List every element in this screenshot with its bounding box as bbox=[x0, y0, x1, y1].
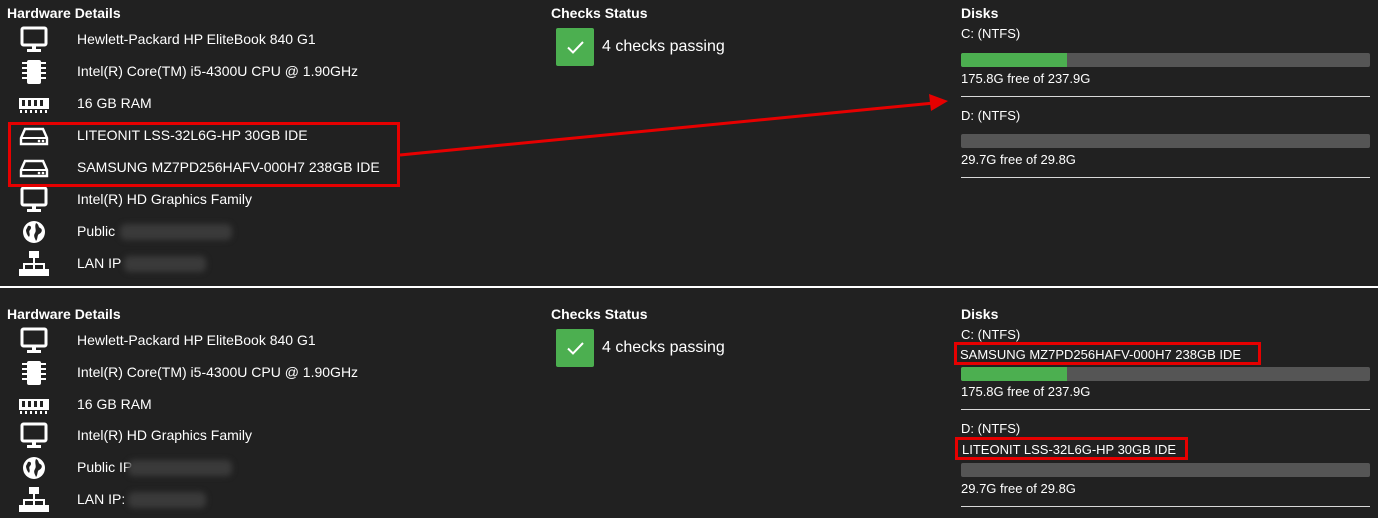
hardware-panel-after: Hardware Details Hewlett-Packard HP Elit… bbox=[0, 292, 1378, 518]
highlight-box-disks bbox=[8, 122, 400, 187]
hardware-label: 16 GB RAM bbox=[77, 95, 152, 111]
disk-divider bbox=[961, 506, 1370, 507]
disk-d-device-label: LITEONIT LSS-32L6G-HP 30GB IDE bbox=[962, 442, 1177, 457]
hardware-row-model: Hewlett-Packard HP EliteBook 840 G1 bbox=[0, 24, 420, 56]
globe-icon bbox=[18, 454, 50, 482]
disk-d-usage-bar bbox=[961, 463, 1370, 477]
disk-d-name: D: (NTFS) bbox=[961, 108, 1021, 123]
disk-d-name: D: (NTFS) bbox=[961, 421, 1021, 436]
hardware-label: Public bbox=[77, 223, 116, 239]
panel-separator bbox=[0, 286, 1378, 288]
hardware-row-cpu: Intel(R) Core(TM) i5-4300U CPU @ 1.90GHz bbox=[0, 357, 420, 389]
hardware-label: LAN IP: bbox=[77, 491, 126, 507]
disk-c-name: C: (NTFS) bbox=[961, 327, 1021, 342]
disk-c-usage-bar bbox=[961, 53, 1370, 67]
hardware-row-ram: 16 GB RAM bbox=[0, 389, 420, 421]
cpu-icon bbox=[18, 359, 50, 387]
disk-divider bbox=[961, 177, 1370, 178]
hardware-details-title: Hardware Details bbox=[7, 306, 121, 322]
hardware-row-public-ip: Public IP bbox=[0, 452, 420, 484]
check-mark-icon bbox=[556, 329, 594, 367]
monitor-icon bbox=[18, 26, 50, 54]
globe-icon bbox=[18, 218, 50, 246]
redacted-ip bbox=[128, 492, 206, 508]
checks-passing-text[interactable]: 4 checks passing bbox=[602, 339, 725, 357]
disk-c-device-label: SAMSUNG MZ7PD256HAFV-000H7 238GB IDE bbox=[960, 347, 1242, 362]
network-icon bbox=[18, 486, 50, 514]
hardware-row-lan-ip: LAN IP bbox=[0, 248, 420, 280]
hardware-label: LAN IP bbox=[77, 255, 122, 271]
ram-icon bbox=[18, 391, 50, 419]
hardware-label: Intel(R) HD Graphics Family bbox=[77, 427, 253, 443]
hardware-label: Hewlett-Packard HP EliteBook 840 G1 bbox=[77, 31, 316, 47]
hardware-panel-before: Hardware Details Hewlett-Packard HP Elit… bbox=[0, 0, 1378, 284]
checks-status-title: Checks Status bbox=[551, 306, 648, 322]
hardware-label: Public IP bbox=[77, 459, 133, 475]
disk-divider bbox=[961, 409, 1370, 410]
redacted-ip bbox=[128, 460, 232, 476]
hardware-row-cpu: Intel(R) Core(TM) i5-4300U CPU @ 1.90GHz bbox=[0, 56, 420, 88]
disks-title: Disks bbox=[961, 5, 999, 21]
disk-usage-fill bbox=[961, 367, 1068, 381]
cpu-icon bbox=[18, 58, 50, 86]
disk-c-free-text: 175.8G free of 237.9G bbox=[961, 384, 1091, 399]
hardware-row-ram: 16 GB RAM bbox=[0, 88, 420, 120]
disk-c-name: C: (NTFS) bbox=[961, 26, 1021, 41]
monitor-icon bbox=[18, 186, 50, 214]
hardware-row-graphics: Intel(R) HD Graphics Family bbox=[0, 184, 420, 216]
hardware-label: 16 GB RAM bbox=[77, 396, 152, 412]
checks-status-title: Checks Status bbox=[551, 5, 648, 21]
redacted-ip bbox=[124, 256, 206, 272]
network-icon bbox=[18, 250, 50, 278]
check-mark-icon bbox=[556, 28, 594, 66]
disk-c-usage-bar bbox=[961, 367, 1370, 381]
hardware-row-graphics: Intel(R) HD Graphics Family bbox=[0, 420, 420, 452]
hardware-label: Intel(R) Core(TM) i5-4300U CPU @ 1.90GHz bbox=[77, 63, 359, 79]
disk-d-usage-bar bbox=[961, 134, 1370, 148]
hardware-row-model: Hewlett-Packard HP EliteBook 840 G1 bbox=[0, 325, 420, 357]
ram-icon bbox=[18, 90, 50, 118]
hardware-label: Intel(R) Core(TM) i5-4300U CPU @ 1.90GHz bbox=[77, 364, 359, 380]
redacted-ip bbox=[120, 224, 232, 240]
monitor-icon bbox=[18, 422, 50, 450]
hardware-row-lan-ip: LAN IP: bbox=[0, 484, 420, 516]
disk-divider bbox=[961, 96, 1370, 97]
disk-d-free-text: 29.7G free of 29.8G bbox=[961, 152, 1076, 167]
disks-title: Disks bbox=[961, 306, 999, 322]
disk-usage-fill bbox=[961, 53, 1068, 67]
monitor-icon bbox=[18, 327, 50, 355]
disk-d-free-text: 29.7G free of 29.8G bbox=[961, 481, 1076, 496]
disk-c-free-text: 175.8G free of 237.9G bbox=[961, 71, 1091, 86]
hardware-details-title: Hardware Details bbox=[7, 5, 121, 21]
hardware-row-public-ip: Public bbox=[0, 216, 420, 248]
checks-passing-text[interactable]: 4 checks passing bbox=[602, 38, 725, 56]
hardware-label: Hewlett-Packard HP EliteBook 840 G1 bbox=[77, 332, 316, 348]
hardware-label: Intel(R) HD Graphics Family bbox=[77, 191, 253, 207]
